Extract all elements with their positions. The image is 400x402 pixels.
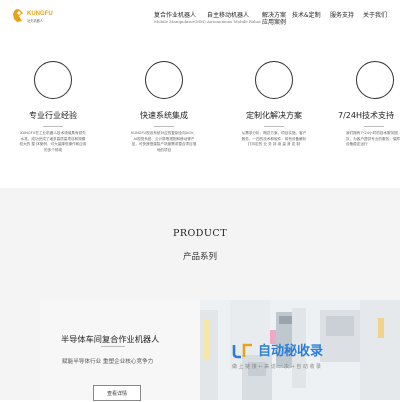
nav-label: 自主移动机器人 <box>207 12 250 19</box>
feature-tech-support: 7/24H技术支持 我们拥有7*24小时的技术服务团队，为客户提供专业的服务，保… <box>338 53 400 148</box>
nav-item-support[interactable]: 服务支持 <box>330 12 354 19</box>
card-title: 半导体车间复合作业机器人 <box>61 334 160 344</box>
watermark-text: 自动秘收录 <box>258 344 324 359</box>
feature-circle-icon <box>34 61 72 99</box>
feature-circle-icon <box>145 61 183 99</box>
feature-desc: 我们拥有7*24小时的技术服务团队，为客户提供专业的服务，保障设备稳定运行 <box>346 131 400 146</box>
feature-title: 定制化解决方案 <box>246 111 302 120</box>
nav-item-about[interactable]: 关于我们 <box>363 12 387 19</box>
nav-label: 技术&定制 <box>292 12 321 19</box>
divider <box>154 126 174 127</box>
feature-custom-solutions: 定制化解决方案 从需求分析、概念方案、项目实施、客户服务，一四的技术和软件，将有… <box>234 53 314 148</box>
feature-circle-icon <box>356 61 394 99</box>
feature-system-integration: 快速系统集成 KUNGFU现设系统对应的复制全向AGV、AI视觉系统、云计算等搭… <box>124 53 204 153</box>
divider <box>364 126 384 127</box>
nav-sublabel: Mobile Manipulator(MM) <box>154 19 206 24</box>
watermark-logo-icon <box>232 343 252 359</box>
divider <box>264 126 284 127</box>
divider <box>101 346 125 347</box>
nav-item-tech-custom[interactable]: 技术&定制 <box>292 12 321 19</box>
nav-label: 关于我们 <box>363 12 388 19</box>
card-subtitle: 赋能半导体行业 重塑企业核心竞争力 <box>62 359 154 365</box>
site-header: KUNGFU 功夫机器人 复合作业机器人 Mobile Manipulator(… <box>0 0 400 33</box>
product-title-en: PRODUCT <box>172 228 228 239</box>
nav-item-mobile-manipulator[interactable]: 复合作业机器人 Mobile Manipulator(MM) <box>154 12 206 24</box>
kungfu-logo[interactable]: KUNGFU 功夫机器人 <box>10 4 56 28</box>
nav-sublabel: Autonomous Mobile Robot <box>207 19 261 24</box>
feature-title: 专业行业经验 <box>29 111 77 120</box>
logo-sub: 功夫机器人 <box>27 18 44 23</box>
feature-industry-experience: 专业行业经验 KUNGFU在工业机器人技术领域具有领先水准，成功完成了诸多高质量… <box>13 53 93 153</box>
feature-desc: KUNGFU现设系统对应的复制全向AGV、AI视觉系统、云计算等搭配和移动等产品… <box>131 131 197 152</box>
site-watermark: 自动秘收录 做 上 链 接 ← 来 访 一 次 → 自 动 收 录 <box>232 339 392 379</box>
feature-title: 快速系统集成 <box>140 111 188 120</box>
nav-label: 解决方案 <box>262 12 287 19</box>
nav-item-amr[interactable]: 自主移动机器人 Autonomous Mobile Robot <box>207 12 261 24</box>
logo-brand: KUNGFU <box>27 11 53 17</box>
nav-item-solutions[interactable]: 解决方案 应用案例 <box>262 12 286 26</box>
feature-circle-icon <box>255 61 293 99</box>
feature-desc: KUNGFU在工业机器人技术领域具有领先水准，成功完成了诸多高质量项目和规模较大… <box>19 131 87 152</box>
nav-label: 服务支持 <box>330 12 355 19</box>
product-card: 半导体车间复合作业机器人 赋能半导体行业 重塑企业核心竞争力 查看详情 <box>40 300 200 401</box>
divider <box>43 126 63 127</box>
features-section: 专业行业经验 KUNGFU在工业机器人技术领域具有领先水准，成功完成了诸多高质量… <box>0 33 400 188</box>
product-title-cn: 产品系列 <box>182 252 217 262</box>
nav-label-2: 应用案例 <box>262 19 287 26</box>
feature-desc: 从需求分析、概念方案、项目实施、客户服务，一四的技术和软件，将有设备解析打印定的… <box>241 131 307 146</box>
watermark-subtext: 做 上 链 接 ← 来 访 一 次 → 自 动 收 录 <box>232 364 322 370</box>
view-details-button[interactable]: 查看详情 <box>93 385 141 401</box>
nav-label: 复合作业机器人 <box>154 12 197 19</box>
feature-title: 7/24H技术支持 <box>338 111 394 120</box>
